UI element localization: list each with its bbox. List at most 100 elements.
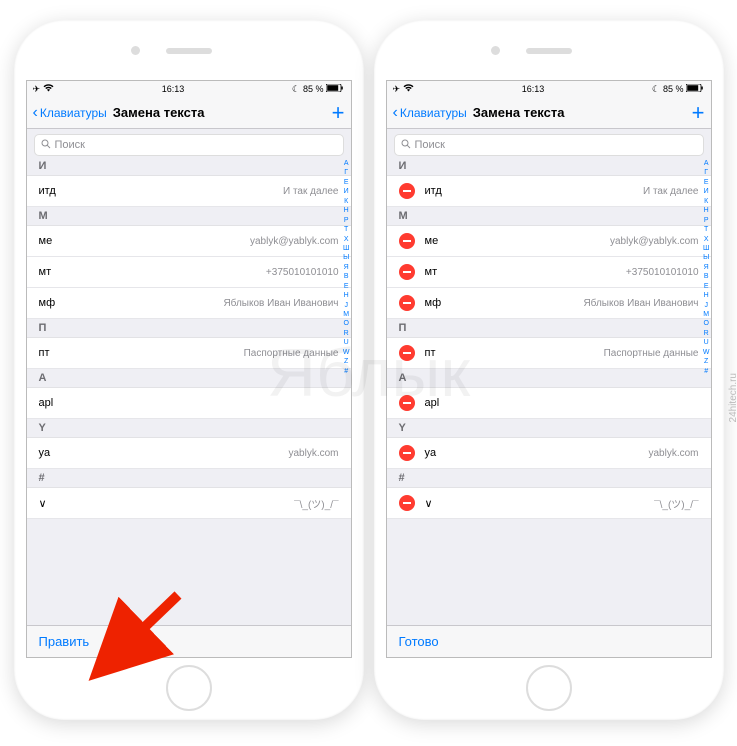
shortcut-row[interactable]: птПаспортные данные [387,338,711,369]
shortcut-row[interactable]: меyablyk@yablyk.com [27,226,351,257]
index-letter[interactable]: U [704,338,709,347]
back-button[interactable]: ‹ Клавиатуры [33,104,107,122]
section-header: Y [27,419,351,438]
battery-icon [326,84,344,94]
page-title: Замена текста [473,105,565,120]
index-letter[interactable]: Ы [343,253,349,262]
page-title: Замена текста [113,105,205,120]
shortcut-row[interactable]: yayablyk.com [27,438,351,469]
shortcut-text: apl [39,397,54,409]
index-letter[interactable]: Г [704,168,708,177]
index-letter[interactable]: К [344,197,348,206]
index-letter[interactable]: Н [344,206,349,215]
index-letter[interactable]: # [344,367,348,376]
home-button[interactable] [166,665,212,711]
delete-row-button[interactable] [399,345,415,361]
status-bar: ✈︎ 16:13 ☾ 85 % [387,81,711,97]
edit-button[interactable]: Править [39,634,90,649]
shortcut-row[interactable]: мт+375010101010 [387,257,711,288]
index-letter[interactable]: К [704,197,708,206]
delete-row-button[interactable] [399,295,415,311]
index-letter[interactable]: Т [344,225,348,234]
list-content[interactable]: ИитдИ так далееМмеyablyk@yablyk.comмт+37… [27,157,351,625]
delete-row-button[interactable] [399,233,415,249]
index-letter[interactable]: M [343,310,349,319]
index-letter[interactable]: Z [704,357,708,366]
index-letter[interactable]: И [704,187,709,196]
done-button[interactable]: Готово [399,634,439,649]
index-letter[interactable]: W [343,348,350,357]
index-letter[interactable]: А [704,159,709,168]
shortcut-row[interactable]: apl [27,388,351,419]
index-letter[interactable]: Р [704,216,709,225]
shortcut-row[interactable]: птПаспортные данные [27,338,351,369]
index-letter[interactable]: Е [704,178,709,187]
index-letter[interactable]: # [704,367,708,376]
delete-row-button[interactable] [399,183,415,199]
index-letter[interactable]: Х [704,235,709,244]
index-letter[interactable]: W [703,348,710,357]
alpha-index[interactable]: АГЕИКНРТХШЫЯBEHJMORUWZ# [703,159,710,376]
index-letter[interactable]: Я [704,263,709,272]
section-header: A [387,369,711,388]
search-placeholder: Поиск [55,139,85,151]
index-letter[interactable]: Я [344,263,349,272]
index-letter[interactable]: R [704,329,709,338]
delete-row-button[interactable] [399,445,415,461]
search-input[interactable]: Поиск [34,134,344,156]
list-content[interactable]: ИитдИ так далееМмеyablyk@yablyk.comмт+37… [387,157,711,625]
home-button[interactable] [526,665,572,711]
shortcut-row[interactable]: итдИ так далее [27,176,351,207]
index-letter[interactable]: H [704,291,709,300]
shortcut-row[interactable]: мфЯблыков Иван Иванович [387,288,711,319]
index-letter[interactable]: J [344,301,348,310]
alpha-index[interactable]: АГЕИКНРТХШЫЯBEHJMORUWZ# [343,159,350,376]
index-letter[interactable]: J [704,301,708,310]
index-letter[interactable]: B [704,272,709,281]
index-letter[interactable]: Ш [703,244,709,253]
index-letter[interactable]: M [703,310,709,319]
section-header: М [27,207,351,226]
index-letter[interactable]: E [344,282,349,291]
index-letter[interactable]: H [344,291,349,300]
index-letter[interactable]: O [343,319,348,328]
shortcut-row[interactable]: ∨¯\_(ツ)_/¯ [387,488,711,519]
index-letter[interactable]: Ы [703,253,709,262]
add-button[interactable]: + [332,102,345,124]
shortcut-row[interactable]: apl [387,388,711,419]
index-letter[interactable]: E [704,282,709,291]
index-letter[interactable]: Ш [343,244,349,253]
search-placeholder: Поиск [415,139,445,151]
delete-row-button[interactable] [399,264,415,280]
phone-speaker [166,48,212,54]
screen-left: ✈︎ 16:13 ☾ 85 % ‹ Клавиатуры [26,80,352,658]
index-letter[interactable]: U [344,338,349,347]
phrase-text: ¯\_(ツ)_/¯ [654,496,698,511]
index-letter[interactable]: И [344,187,349,196]
shortcut-row[interactable]: мт+375010101010 [27,257,351,288]
delete-row-button[interactable] [399,495,415,511]
shortcut-row[interactable]: мфЯблыков Иван Иванович [27,288,351,319]
phrase-text: ¯\_(ツ)_/¯ [294,496,338,511]
add-button[interactable]: + [692,102,705,124]
index-letter[interactable]: Н [704,206,709,215]
delete-row-button[interactable] [399,395,415,411]
search-input[interactable]: Поиск [394,134,704,156]
index-letter[interactable]: Т [704,225,708,234]
index-letter[interactable]: Е [344,178,349,187]
index-letter[interactable]: Х [344,235,349,244]
index-letter[interactable]: Г [344,168,348,177]
shortcut-row[interactable]: итдИ так далее [387,176,711,207]
shortcut-text: ме [39,235,53,247]
index-letter[interactable]: R [344,329,349,338]
index-letter[interactable]: O [703,319,708,328]
index-letter[interactable]: B [344,272,349,281]
shortcut-row[interactable]: меyablyk@yablyk.com [387,226,711,257]
shortcut-row[interactable]: yayablyk.com [387,438,711,469]
back-button[interactable]: ‹ Клавиатуры [393,104,467,122]
index-letter[interactable]: Р [344,216,349,225]
shortcut-row[interactable]: ∨¯\_(ツ)_/¯ [27,488,351,519]
index-letter[interactable]: А [344,159,349,168]
shortcut-text: мт [39,266,52,278]
index-letter[interactable]: Z [344,357,348,366]
